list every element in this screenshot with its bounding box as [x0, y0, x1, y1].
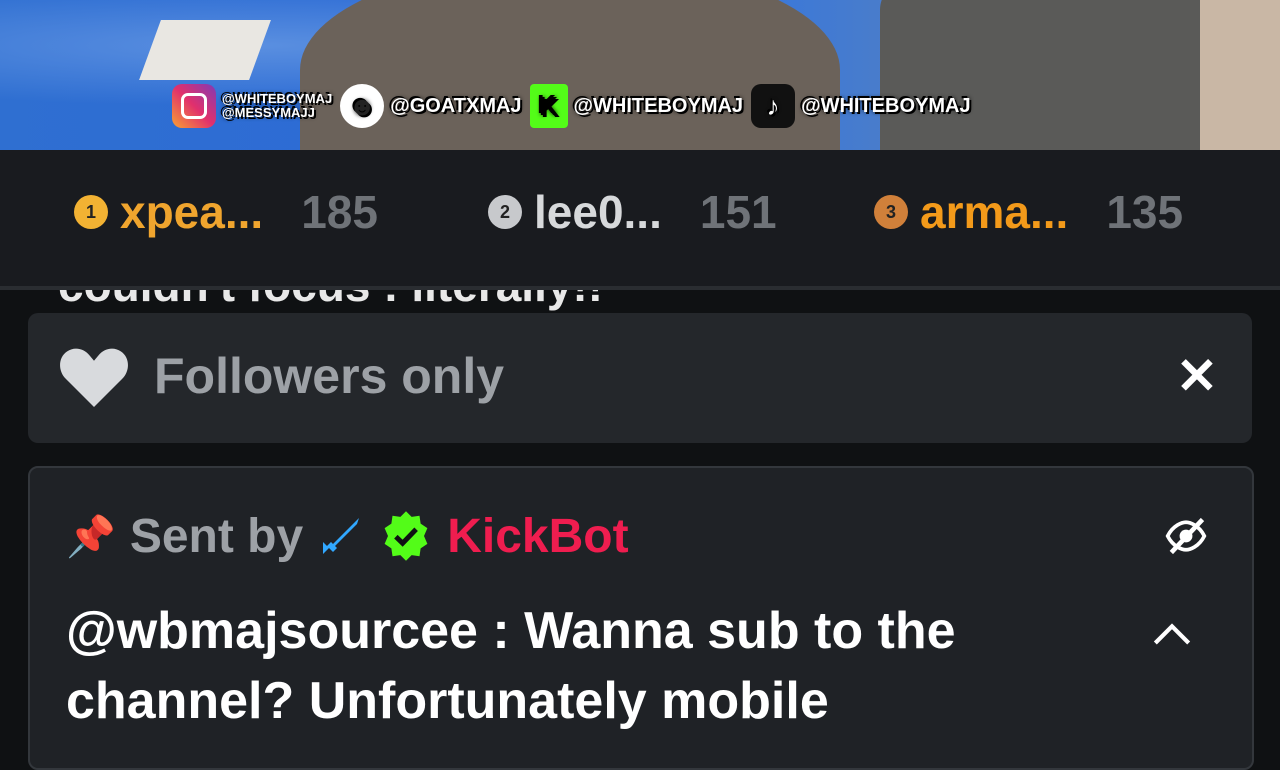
- leaderboard-item-1[interactable]: 1 xpea... 185: [74, 185, 378, 239]
- video-wall: [1200, 0, 1280, 152]
- pinned-message: 📌 Sent by KickBot @wbmajsourcee : Wanna …: [28, 466, 1254, 770]
- leaderboard-item-2[interactable]: 2 lee0... 151: [488, 185, 777, 239]
- tiktok-handle: @WHITEBOYMAJ: [801, 94, 971, 117]
- ghost-icon: ☻: [340, 84, 385, 128]
- social-tiktok: ♪ @WHITEBOYMAJ: [751, 84, 971, 128]
- sword-badge-icon: [323, 518, 360, 554]
- social-instagram: @WHITEBOYMAJ @MESSYMAJJ: [172, 84, 332, 128]
- social-overlay: @WHITEBOYMAJ @MESSYMAJJ ☻ @GOATXMAJ K @W…: [172, 80, 971, 132]
- kick-handle: @WHITEBOYMAJ: [573, 94, 744, 117]
- pin-icon: 📌: [66, 514, 116, 559]
- social-kick: K @WHITEBOYMAJ: [529, 84, 744, 128]
- instagram-handle-2: @MESSYMAJJ: [222, 105, 315, 120]
- leaderboard-item-3[interactable]: 3 arma... 135: [874, 185, 1183, 239]
- social-ghost: ☻ @GOATXMAJ: [340, 84, 522, 128]
- medal-silver-icon: 2: [488, 195, 522, 229]
- leaderboard-score: 151: [699, 186, 777, 238]
- hide-eye-icon[interactable]: [1164, 514, 1208, 558]
- leaderboard-name: arma...: [920, 186, 1069, 238]
- chevron-up-icon[interactable]: [1152, 618, 1192, 648]
- divider: [0, 286, 1280, 290]
- sender-username[interactable]: KickBot: [447, 509, 628, 564]
- leaderboard-score: 185: [301, 186, 378, 238]
- video-paper: [139, 20, 271, 80]
- tiktok-icon: ♪: [751, 84, 796, 128]
- kick-icon: K: [529, 84, 568, 128]
- verified-badge-icon: [384, 511, 428, 561]
- medal-gold-icon: 1: [74, 195, 108, 229]
- medal-bronze-icon: 3: [874, 195, 908, 229]
- video-frame: @WHITEBOYMAJ @MESSYMAJJ ☻ @GOATXMAJ K @W…: [0, 0, 1280, 152]
- leaderboard-score: 135: [1106, 186, 1184, 238]
- sent-by-label: Sent by: [129, 509, 304, 563]
- close-icon[interactable]: ✕: [1172, 351, 1222, 401]
- instagram-icon: [172, 84, 216, 128]
- instagram-handle-1: @WHITEBOYMAJ: [222, 91, 333, 106]
- followers-only-banner: Followers only ✕: [28, 313, 1252, 443]
- leaderboard-name: xpea...: [120, 186, 264, 238]
- pinned-message-text: @wbmajsourcee : Wanna sub to the channel…: [66, 602, 956, 730]
- ghost-handle: @GOATXMAJ: [390, 94, 522, 117]
- leaderboard-name: lee0...: [534, 186, 662, 238]
- heart-icon: [60, 348, 128, 407]
- followers-only-label: Followers only: [154, 348, 505, 404]
